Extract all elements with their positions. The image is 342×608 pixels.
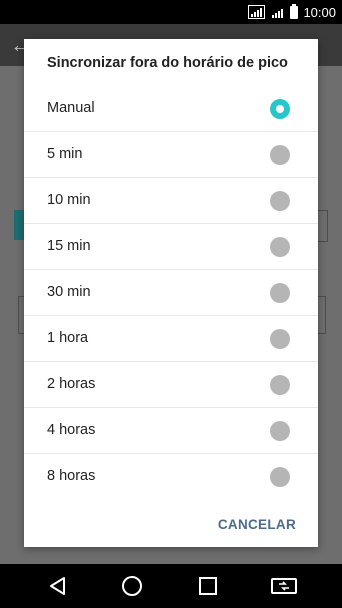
option-1-hora[interactable]: 1 hora [24, 316, 318, 362]
recents-icon [199, 577, 217, 595]
option-label: 4 horas [47, 422, 96, 438]
radio-unselected-icon[interactable] [270, 467, 290, 487]
signal-icon [248, 5, 266, 19]
option-2-horas[interactable]: 2 horas [24, 362, 318, 408]
option-label: 1 hora [47, 330, 89, 346]
dual-window-icon [271, 578, 297, 594]
option-4-horas[interactable]: 4 horas [24, 408, 318, 454]
option-5-min[interactable]: 5 min [24, 132, 318, 178]
option-8-horas[interactable]: 8 horas [24, 454, 318, 500]
signal-icon-secondary [270, 5, 285, 19]
radio-unselected-icon[interactable] [270, 237, 290, 257]
home-button[interactable] [102, 564, 162, 608]
option-label: 30 min [47, 284, 91, 300]
status-bar: 10:00 [0, 0, 342, 24]
clock: 10:00 [303, 4, 336, 20]
option-label: 15 min [47, 238, 91, 254]
radio-unselected-icon[interactable] [270, 375, 290, 395]
back-icon [50, 577, 65, 595]
option-10-min[interactable]: 10 min [24, 178, 318, 224]
option-label: 2 horas [47, 376, 96, 392]
radio-selected-icon[interactable] [270, 99, 290, 119]
dual-window-button[interactable] [254, 564, 314, 608]
radio-unselected-icon[interactable] [270, 283, 290, 303]
radio-unselected-icon[interactable] [270, 421, 290, 441]
dialog-title: Sincronizar fora do horário de pico [47, 55, 288, 71]
recents-button[interactable] [178, 564, 238, 608]
battery-icon [290, 3, 299, 19]
option-list: Manual 5 min 10 min 15 min 30 min 1 hora… [24, 86, 318, 500]
option-label: 5 min [47, 146, 83, 162]
option-manual[interactable]: Manual [24, 86, 318, 132]
option-15-min[interactable]: 15 min [24, 224, 318, 270]
navigation-bar [0, 564, 342, 608]
cancel-button[interactable]: CANCELAR [218, 517, 296, 532]
option-30-min[interactable]: 30 min [24, 270, 318, 316]
sync-interval-dialog: Sincronizar fora do horário de pico Manu… [24, 39, 318, 547]
option-label: 8 horas [47, 468, 96, 484]
radio-unselected-icon[interactable] [270, 191, 290, 211]
option-label: 10 min [47, 192, 91, 208]
radio-unselected-icon[interactable] [270, 329, 290, 349]
back-button[interactable] [28, 564, 88, 608]
radio-unselected-icon[interactable] [270, 145, 290, 165]
option-label: Manual [47, 100, 95, 116]
home-icon [122, 576, 142, 596]
